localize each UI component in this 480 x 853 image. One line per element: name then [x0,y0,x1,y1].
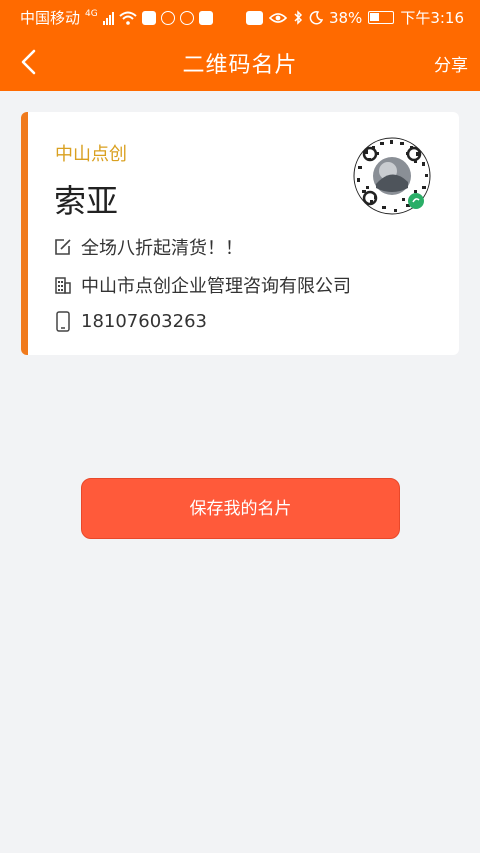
share-button[interactable]: 分享 [434,51,468,76]
save-card-button[interactable]: 保存我的名片 [81,478,400,539]
signal-icon [102,11,114,25]
slogan-text: 全场八折起清货！！ [81,238,243,259]
navigation-bar: 二维码名片 分享 [0,34,480,91]
top-bar: 中国移动 4G 38% 下午3:16 二维码名片 分享 [0,0,480,91]
slogan-row: 全场八折起清货！！ [52,234,243,260]
phone-number[interactable]: 18107603263 [81,311,207,332]
company-short-name: 中山点创 [55,144,127,165]
wifi-icon [119,11,137,25]
person-name: 索亚 [54,182,119,220]
chat-notification-icon [160,10,175,25]
phone-row: 18107603263 [52,310,207,332]
edit-icon [55,239,71,255]
company-full-name: 中山市点创企业管理咨询有限公司 [81,276,351,297]
carrier-label: 中国移动 [20,9,81,27]
bluetooth-icon [294,10,303,25]
page-title: 二维码名片 [182,53,298,78]
phone-icon [56,311,70,332]
battery-percent: 38% [328,8,363,27]
status-bar: 中国移动 4G 38% 下午3:16 [0,0,480,34]
bank-notification-icon [198,10,213,25]
eye-icon [268,12,287,23]
hd-icon [245,10,263,25]
clock: 下午3:16 [400,9,464,27]
card-accent-bar [21,112,28,355]
mail-notification-icon [141,10,156,25]
network-label: 4G [85,9,98,19]
mini-program-qr-icon[interactable] [352,136,432,216]
business-card: 中山点创 索亚 全场八折起清货！！ 中山市点创企业管理咨询有限公司 181076… [21,112,459,355]
building-icon [55,277,71,294]
moon-icon [309,10,323,24]
company-row: 中山市点创企业管理咨询有限公司 [52,272,351,298]
app-notification-icon [179,10,194,25]
battery-icon [368,11,395,24]
